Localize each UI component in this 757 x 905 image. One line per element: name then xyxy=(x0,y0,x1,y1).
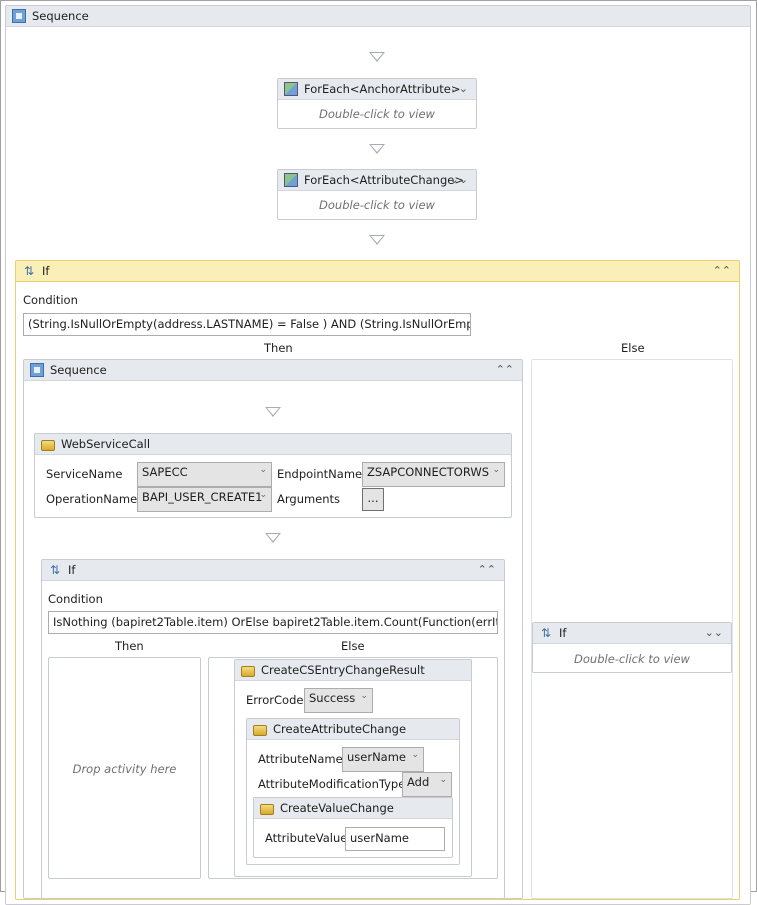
modification-type-label: AttributeModificationType xyxy=(258,777,406,791)
service-name-label: ServiceName xyxy=(46,467,123,481)
activity-icon xyxy=(253,724,267,736)
drop-arrow-icon[interactable] xyxy=(265,533,281,543)
collapse-icon[interactable]: ⌃⌃ xyxy=(478,563,496,576)
double-click-hint: Double-click to view xyxy=(574,652,690,666)
combo-value: Success xyxy=(309,691,356,705)
if-icon: ⇅ xyxy=(540,626,552,640)
chevron-down-icon: ⌄ xyxy=(439,775,447,785)
else-if-collapsed[interactable]: ⇅ If ⌄⌄ Double-click to view xyxy=(532,622,732,673)
chevron-down-icon: ⌄ xyxy=(411,750,419,760)
if-title: If xyxy=(559,626,567,640)
activity-icon xyxy=(260,803,274,815)
modification-type-combo[interactable]: Add ⌄ xyxy=(402,772,452,797)
foreach-title: ForEach<AnchorAttribute> xyxy=(304,82,461,96)
attribute-value-label: AttributeValue xyxy=(265,831,348,845)
combo-value: Add xyxy=(407,775,430,789)
combo-value: ZSAPCONNECTORWS xyxy=(367,465,490,479)
endpoint-name-combo[interactable]: ZSAPCONNECTORWS ⌄ xyxy=(362,462,505,487)
then-label: Then xyxy=(264,341,293,355)
if-icon: ⇅ xyxy=(49,563,61,577)
combo-value: userName xyxy=(347,750,407,764)
chevron-down-icon: ⌄ xyxy=(360,691,368,701)
drop-arrow-icon[interactable] xyxy=(369,144,385,154)
sequence-title: Sequence xyxy=(50,363,107,377)
expand-icon[interactable]: ⌄⌄ xyxy=(450,82,468,95)
attribute-value-input[interactable]: userName xyxy=(345,827,445,851)
chevron-down-icon: ⌄ xyxy=(492,465,500,475)
combo-value: SAPECC xyxy=(142,465,188,479)
double-click-hint: Double-click to view xyxy=(319,198,435,212)
drop-arrow-icon[interactable] xyxy=(265,407,281,417)
sequence-icon xyxy=(12,9,26,23)
drop-arrow-icon[interactable] xyxy=(369,235,385,245)
attribute-name-combo[interactable]: userName ⌄ xyxy=(342,747,424,772)
activity-title: WebServiceCall xyxy=(61,437,151,451)
foreach-attribute-change[interactable]: ForEach<AttributeChange> ⌄⌄ Double-click … xyxy=(277,169,477,220)
operation-name-combo[interactable]: BAPI_USER_CREATE1 ⌄ xyxy=(137,487,272,512)
condition-label: Condition xyxy=(48,592,103,606)
then-drop-zone[interactable]: Drop activity here xyxy=(48,657,201,879)
error-code-combo[interactable]: Success ⌄ xyxy=(304,688,373,713)
condition-input[interactable]: (String.IsNullOrEmpty(address.LASTNAME) … xyxy=(23,313,471,336)
collapse-icon[interactable]: ⌃⌃ xyxy=(713,264,731,277)
foreach-icon xyxy=(284,82,298,96)
activity-header: CreateCSEntryChangeResult xyxy=(235,660,471,681)
expand-icon[interactable]: ⌄⌄ xyxy=(450,173,468,186)
foreach-header: ForEach<AnchorAttribute> ⌄⌄ xyxy=(278,79,476,100)
activity-icon xyxy=(241,665,255,677)
activity-header: CreateAttributeChange xyxy=(247,719,459,740)
activity-title: CreateAttributeChange xyxy=(273,722,407,736)
activity-title: CreateValueChange xyxy=(280,801,394,815)
drop-arrow-icon[interactable] xyxy=(369,52,385,62)
root-sequence-title: Sequence xyxy=(32,9,89,23)
if-title: If xyxy=(68,563,76,577)
if-inner-header[interactable]: ⇅ If ⌃⌃ xyxy=(42,560,504,581)
condition-label: Condition xyxy=(23,293,78,307)
endpoint-name-label: EndpointName xyxy=(277,467,363,481)
operation-name-label: OperationName xyxy=(46,492,138,506)
collapse-icon[interactable]: ⌃⌃ xyxy=(496,363,514,376)
if-header: ⇅ If ⌄⌄ xyxy=(533,623,731,644)
root-sequence-header[interactable]: Sequence xyxy=(6,6,750,27)
double-click-hint: Double-click to view xyxy=(319,107,435,121)
then-sequence-header[interactable]: Sequence ⌃⌃ xyxy=(24,360,522,381)
activity-title: CreateCSEntryChangeResult xyxy=(261,663,425,677)
foreach-header: ForEach<AttributeChange> ⌄⌄ xyxy=(278,170,476,191)
chevron-down-icon: ⌄ xyxy=(259,490,267,500)
error-code-label: ErrorCode xyxy=(246,693,304,707)
foreach-title: ForEach<AttributeChange> xyxy=(304,173,464,187)
then-label: Then xyxy=(115,639,144,653)
foreach-anchor-attribute[interactable]: ForEach<AnchorAttribute> ⌄⌄ Double-click … xyxy=(277,78,477,129)
sequence-icon xyxy=(30,363,44,377)
drop-activity-hint: Drop activity here xyxy=(72,762,177,776)
if-outer-header[interactable]: ⇅ If ⌃⌃ xyxy=(16,261,739,282)
arguments-button[interactable]: ... xyxy=(362,488,384,511)
arguments-label: Arguments xyxy=(277,492,341,506)
combo-value: BAPI_USER_CREATE1 xyxy=(142,490,263,504)
if-icon: ⇅ xyxy=(23,264,35,278)
expand-icon[interactable]: ⌄⌄ xyxy=(705,626,723,639)
activity-header: CreateValueChange xyxy=(254,798,452,819)
else-label: Else xyxy=(621,341,645,355)
chevron-down-icon: ⌄ xyxy=(259,465,267,475)
webservice-header: WebServiceCall xyxy=(35,434,511,455)
activity-icon xyxy=(41,439,55,451)
if-title: If xyxy=(42,264,50,278)
condition-input[interactable]: IsNothing (bapiret2Table.item) OrElse ba… xyxy=(48,611,498,634)
service-name-combo[interactable]: SAPECC ⌄ xyxy=(137,462,272,487)
attribute-name-label: AttributeName xyxy=(258,752,343,766)
else-label: Else xyxy=(341,639,365,653)
foreach-icon xyxy=(284,173,298,187)
